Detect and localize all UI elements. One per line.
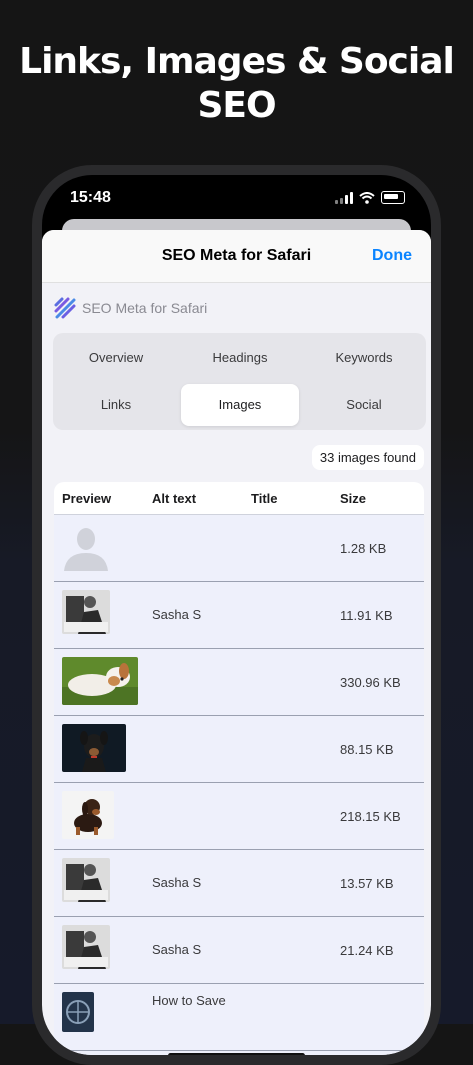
table-row[interactable]: Sasha S 11.91 KB xyxy=(54,582,424,649)
size-cell: 11.91 KB xyxy=(340,608,393,623)
alt-text-cell: Sasha S xyxy=(152,875,202,890)
size-cell: 330.96 KB xyxy=(340,675,401,690)
header-preview: Preview xyxy=(62,491,112,506)
brand: SEO Meta for Safari xyxy=(54,297,207,319)
size-cell: 88.15 KB xyxy=(340,742,394,757)
wifi-icon xyxy=(359,191,375,204)
table-row[interactable]: 330.96 KB xyxy=(54,649,424,716)
portrait-photo xyxy=(62,925,110,969)
phone-frame: 15:48 SEO Meta for Safari Done SEO Meta … xyxy=(32,165,441,1065)
size-cell: 13.57 KB xyxy=(340,876,394,891)
table-header: Preview Alt text Title Size xyxy=(54,482,424,515)
size-cell: 1.28 KB xyxy=(340,541,387,556)
size-cell: 21.24 KB xyxy=(340,943,394,958)
alt-text-cell: How to Save xyxy=(152,993,226,1008)
alt-text-cell: Sasha S xyxy=(152,607,202,622)
nav-bar: SEO Meta for Safari Done xyxy=(42,230,431,283)
table-row[interactable]: How to Save xyxy=(54,984,424,1051)
header-size: Size xyxy=(340,491,367,506)
header-alt-text: Alt text xyxy=(152,491,197,506)
brand-name: SEO Meta for Safari xyxy=(82,300,208,316)
portrait-photo xyxy=(62,590,110,634)
dark-dog-photo xyxy=(62,724,126,772)
tab-links[interactable]: Links xyxy=(57,384,175,426)
done-button[interactable]: Done xyxy=(372,247,412,265)
tab-headings[interactable]: Headings xyxy=(181,337,299,379)
battery-icon xyxy=(381,191,405,204)
tab-overview[interactable]: Overview xyxy=(57,337,175,379)
status-icons xyxy=(335,191,405,204)
size-cell: 218.15 KB xyxy=(340,809,401,824)
stripes-logo-icon xyxy=(54,297,76,319)
wheel-photo xyxy=(62,992,94,1032)
table-row[interactable]: 218.15 KB xyxy=(54,783,424,850)
tab-social[interactable]: Social xyxy=(305,384,423,426)
portrait-photo xyxy=(62,858,110,902)
table-row[interactable]: 88.15 KB xyxy=(54,716,424,783)
table-row[interactable]: Sasha S 21.24 KB xyxy=(54,917,424,984)
tab-keywords[interactable]: Keywords xyxy=(305,337,423,379)
phone-screen: 15:48 SEO Meta for Safari Done SEO Meta … xyxy=(42,175,431,1055)
puppy-on-grass-photo xyxy=(62,657,138,705)
dachshund-puppy-photo xyxy=(62,791,114,839)
images-count-badge: 33 images found xyxy=(311,445,424,470)
images-table: Preview Alt text Title Size 1.28 KB Sash… xyxy=(54,482,424,1055)
extension-sheet: SEO Meta for Safari Done SEO Meta for Sa… xyxy=(42,230,431,1055)
home-indicator xyxy=(168,1053,305,1055)
status-time: 15:48 xyxy=(70,189,111,206)
table-row[interactable]: 1.28 KB xyxy=(54,515,424,582)
person-placeholder-icon xyxy=(62,523,110,571)
page-headline: Links, Images & Social SEO xyxy=(19,41,455,126)
alt-text-cell: Sasha S xyxy=(152,942,202,957)
table-row[interactable]: Sasha S 13.57 KB xyxy=(54,850,424,917)
header-title: Title xyxy=(251,491,278,506)
tab-bar: Overview Headings Keywords Links Images … xyxy=(53,333,426,430)
cellular-signal-icon xyxy=(335,191,353,204)
tab-images[interactable]: Images xyxy=(181,384,299,426)
